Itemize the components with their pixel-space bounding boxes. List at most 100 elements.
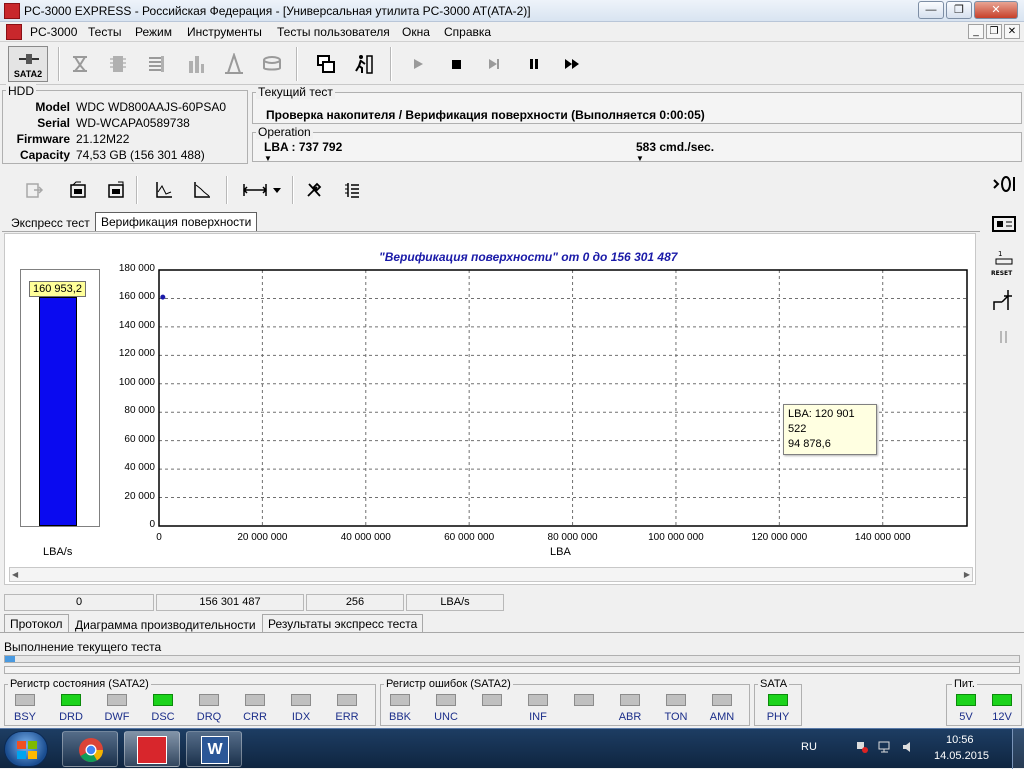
mdi-app-icon[interactable] xyxy=(6,24,22,40)
volume-icon[interactable] xyxy=(902,741,914,753)
scroll-left-icon[interactable]: ◀ xyxy=(12,570,18,579)
tower-icon[interactable] xyxy=(222,51,246,77)
save-map-icon[interactable] xyxy=(104,178,128,202)
exit-run-icon[interactable] xyxy=(352,51,376,77)
led-label: TON xyxy=(664,711,688,723)
progress-bar xyxy=(4,655,1020,663)
chart-toolbar xyxy=(4,170,980,210)
error-register-label: Регистр ошибок (SATA2) xyxy=(384,678,513,690)
board-icon[interactable] xyxy=(990,214,1018,234)
status-register-label: Регистр состояния (SATA2) xyxy=(8,678,151,690)
sectors-icon[interactable] xyxy=(144,51,168,77)
sata2-port-button[interactable]: SATA2 xyxy=(8,46,48,82)
status-start-lba: 0 xyxy=(4,594,154,611)
pause-icon[interactable] xyxy=(522,51,546,77)
led-status-bsy xyxy=(15,694,35,706)
mdi-minimize-button[interactable]: _ xyxy=(968,24,984,39)
mdi-restore-button[interactable]: ❐ xyxy=(986,24,1002,39)
led-label: ERR xyxy=(335,711,359,723)
menu-windows[interactable]: Окна xyxy=(402,25,430,39)
menu-mode[interactable]: Режим xyxy=(135,25,172,39)
led-status-crr xyxy=(245,694,265,706)
maximize-button[interactable]: ❐ xyxy=(946,1,972,19)
led-label: DSC xyxy=(151,711,175,723)
export-icon[interactable] xyxy=(22,178,46,202)
progress-label: Выполнение текущего теста xyxy=(4,640,162,654)
x-tick-label: 80 000 000 xyxy=(547,532,598,543)
action-center-icon[interactable] xyxy=(856,741,868,753)
language-indicator[interactable]: RU xyxy=(801,741,817,753)
tab-protocol[interactable]: Протокол xyxy=(4,614,69,633)
menu-pc3000[interactable]: PC-3000 xyxy=(30,25,77,39)
stop-icon[interactable] xyxy=(444,51,468,77)
sata2-label: SATA2 xyxy=(13,69,43,79)
right-sidebar: 1 RESET xyxy=(986,170,1022,350)
svg-text:1: 1 xyxy=(998,250,1002,258)
menu-help[interactable]: Справка xyxy=(444,25,491,39)
power-switch-icon[interactable] xyxy=(990,286,1018,314)
taskbar-chrome[interactable] xyxy=(62,731,118,767)
led-5v-label: 5V xyxy=(959,711,973,723)
scroll-right-icon[interactable]: ▶ xyxy=(964,570,970,579)
menu-tools[interactable]: Инструменты xyxy=(187,25,262,39)
lba-dropdown-icon[interactable]: ▼ xyxy=(264,154,272,163)
hdd-power-icon[interactable] xyxy=(990,174,1018,194)
tab-express-results[interactable]: Результаты экспресс теста xyxy=(262,614,424,633)
led-5v xyxy=(956,694,976,706)
operation-lba: LBA : 737 792 xyxy=(264,140,343,154)
tab-express-test[interactable]: Экспресс тест xyxy=(6,214,95,232)
windows-cascade-icon[interactable] xyxy=(314,51,338,77)
window-title: PC-3000 EXPRESS - Российская Федерация -… xyxy=(24,4,531,18)
start-button[interactable] xyxy=(4,731,48,767)
rate-dropdown-icon[interactable]: ▼ xyxy=(636,154,644,163)
led-label: BBK xyxy=(388,711,411,723)
x-axis-label: LBA xyxy=(550,546,571,558)
led-label: DRD xyxy=(59,711,83,723)
network-icon[interactable] xyxy=(878,741,892,753)
close-button[interactable]: ✕ xyxy=(974,1,1018,19)
tab-surface-verification[interactable]: Верификация поверхности xyxy=(95,212,258,232)
rate-bar-value-label: 160 953,2 xyxy=(29,281,86,297)
hdd-model-key: Model xyxy=(35,100,70,114)
reset-icon[interactable]: 1 RESET xyxy=(990,248,1018,277)
y-tick-label: 120 000 xyxy=(118,348,155,360)
led-error-amn xyxy=(712,694,732,706)
current-test-label: Текущий тест xyxy=(256,85,335,99)
mdi-close-button[interactable]: ✕ xyxy=(1004,24,1020,39)
graph-up-icon[interactable] xyxy=(152,178,176,202)
log-list-icon[interactable] xyxy=(340,178,364,202)
x-tick-label: 60 000 000 xyxy=(444,532,495,543)
chip-icon[interactable] xyxy=(106,51,130,77)
plot-frame xyxy=(158,269,968,527)
y-tick-label: 100 000 xyxy=(118,376,155,388)
taskbar-word[interactable]: W xyxy=(186,731,242,767)
clock-time[interactable]: 10:56 xyxy=(946,734,974,746)
window-titlebar: PC-3000 EXPRESS - Российская Федерация -… xyxy=(0,0,1024,22)
open-map-icon[interactable] xyxy=(66,178,90,202)
show-desktop-button[interactable] xyxy=(1012,729,1024,769)
tools-icon[interactable] xyxy=(302,178,326,202)
passport-icon[interactable] xyxy=(68,51,92,77)
bar-chart-icon[interactable] xyxy=(184,51,208,77)
range-dropdown-icon[interactable] xyxy=(270,178,284,202)
step-forward-icon[interactable] xyxy=(482,51,506,77)
rate-bar-frame: 160 953,2 xyxy=(20,269,100,527)
led-phy xyxy=(768,694,788,706)
led-label: UNC xyxy=(434,711,458,723)
led-status-idx xyxy=(291,694,311,706)
chart-horizontal-scrollbar[interactable]: ◀ ▶ xyxy=(9,567,973,582)
taskbar-pc3000[interactable] xyxy=(124,731,180,767)
fast-forward-icon[interactable] xyxy=(560,51,584,77)
y-tick-label: 180 000 xyxy=(118,263,155,274)
pause-sidebar-icon[interactable] xyxy=(998,330,1010,344)
disk-icon[interactable] xyxy=(260,51,284,77)
chart-title: "Верификация поверхности" от 0 до 156 30… xyxy=(379,250,678,264)
clock-date[interactable]: 14.05.2015 xyxy=(934,750,989,762)
minimize-button[interactable]: — xyxy=(918,1,944,19)
progress-bar-secondary xyxy=(4,666,1020,674)
play-icon[interactable] xyxy=(406,51,430,77)
menu-user-tests[interactable]: Тесты пользователя xyxy=(277,25,390,39)
range-icon[interactable] xyxy=(240,178,270,202)
graph-down-icon[interactable] xyxy=(190,178,214,202)
menu-tests[interactable]: Тесты xyxy=(88,25,121,39)
